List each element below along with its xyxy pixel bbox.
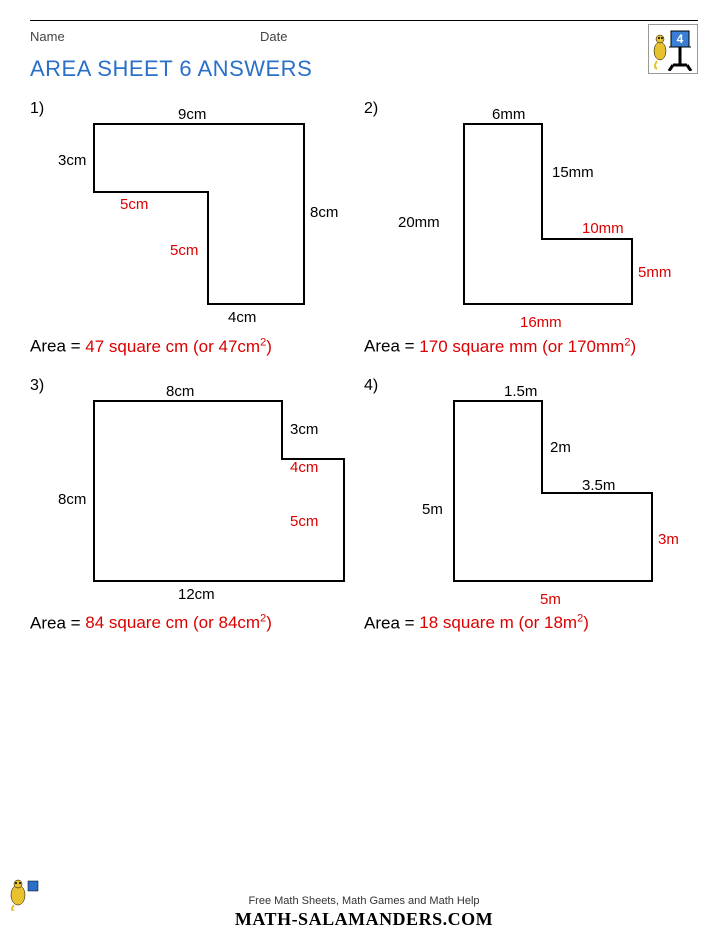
problem-3: 3) 8cm 8cm 3cm 4cm 5cm 12cm Area = 84 sq…	[30, 377, 364, 654]
problems-grid: 1) 9cm 3cm 8cm 5cm 5cm 4cm Area = 47 squ…	[30, 100, 698, 653]
shape-3: 8cm 8cm 3cm 4cm 5cm 12cm	[58, 381, 356, 611]
problem-1: 1) 9cm 3cm 8cm 5cm 5cm 4cm Area = 47 squ…	[30, 100, 364, 377]
shape-4: 1.5m 5m 2m 3.5m 3m 5m	[392, 381, 690, 611]
dim-label: 5m	[422, 501, 443, 518]
dim-label: 1.5m	[504, 383, 537, 400]
shape-2: 6mm 20mm 15mm 10mm 5mm 16mm	[392, 104, 690, 334]
dim-label: 12cm	[178, 586, 215, 603]
dim-label: 3.5m	[582, 477, 615, 494]
answer-2: Area = 170 square mm (or 170mm2)	[364, 336, 690, 357]
shape-3-svg	[58, 381, 358, 611]
dim-label: 5cm	[290, 513, 318, 530]
dim-label: 6mm	[492, 106, 525, 123]
dim-label: 4cm	[228, 309, 256, 326]
svg-text:4: 4	[677, 32, 684, 46]
dim-label: 3cm	[58, 152, 86, 169]
dim-label: 5cm	[120, 196, 148, 213]
dim-label: 16mm	[520, 314, 562, 331]
dim-label: 8cm	[310, 204, 338, 221]
answer-4: Area = 18 square m (or 18m2)	[364, 613, 690, 634]
dim-label: 20mm	[398, 214, 440, 231]
dim-label: 5cm	[170, 242, 198, 259]
dim-label: 9cm	[178, 106, 206, 123]
dim-label: 15mm	[552, 164, 594, 181]
dim-label: 5m	[540, 591, 561, 608]
dim-label: 3m	[658, 531, 679, 548]
footer-tagline: Free Math Sheets, Math Games and Math He…	[0, 895, 728, 907]
answer-3: Area = 84 square cm (or 84cm2)	[30, 613, 356, 634]
dim-label: 2m	[550, 439, 571, 456]
name-label: Name	[30, 29, 260, 44]
answer-1: Area = 47 square cm (or 47cm2)	[30, 336, 356, 357]
salamander-icon: 4	[649, 25, 695, 71]
problem-number: 3)	[30, 377, 44, 395]
shape-1: 9cm 3cm 8cm 5cm 5cm 4cm	[58, 104, 356, 334]
grade-badge: 4	[648, 24, 698, 74]
dim-label: 5mm	[638, 264, 671, 281]
dim-label: 10mm	[582, 220, 624, 237]
dim-label: 4cm	[290, 459, 318, 476]
problem-number: 2)	[364, 100, 378, 118]
problem-4: 4) 1.5m 5m 2m 3.5m 3m 5m Area = 18 squar…	[364, 377, 698, 654]
footer: Free Math Sheets, Math Games and Math He…	[0, 877, 728, 930]
header-bar: Name Date	[30, 20, 698, 48]
problem-number: 1)	[30, 100, 44, 118]
footer-site: MATH-SALAMANDERS.COM	[0, 909, 728, 930]
dim-label: 8cm	[166, 383, 194, 400]
shape-4-svg	[392, 381, 692, 611]
problem-number: 4)	[364, 377, 378, 395]
date-label: Date	[260, 29, 287, 44]
dim-label: 3cm	[290, 421, 318, 438]
dim-label: 8cm	[58, 491, 86, 508]
page-title: AREA SHEET 6 ANSWERS	[30, 56, 698, 82]
problem-2: 2) 6mm 20mm 15mm 10mm 5mm 16mm Area = 17…	[364, 100, 698, 377]
